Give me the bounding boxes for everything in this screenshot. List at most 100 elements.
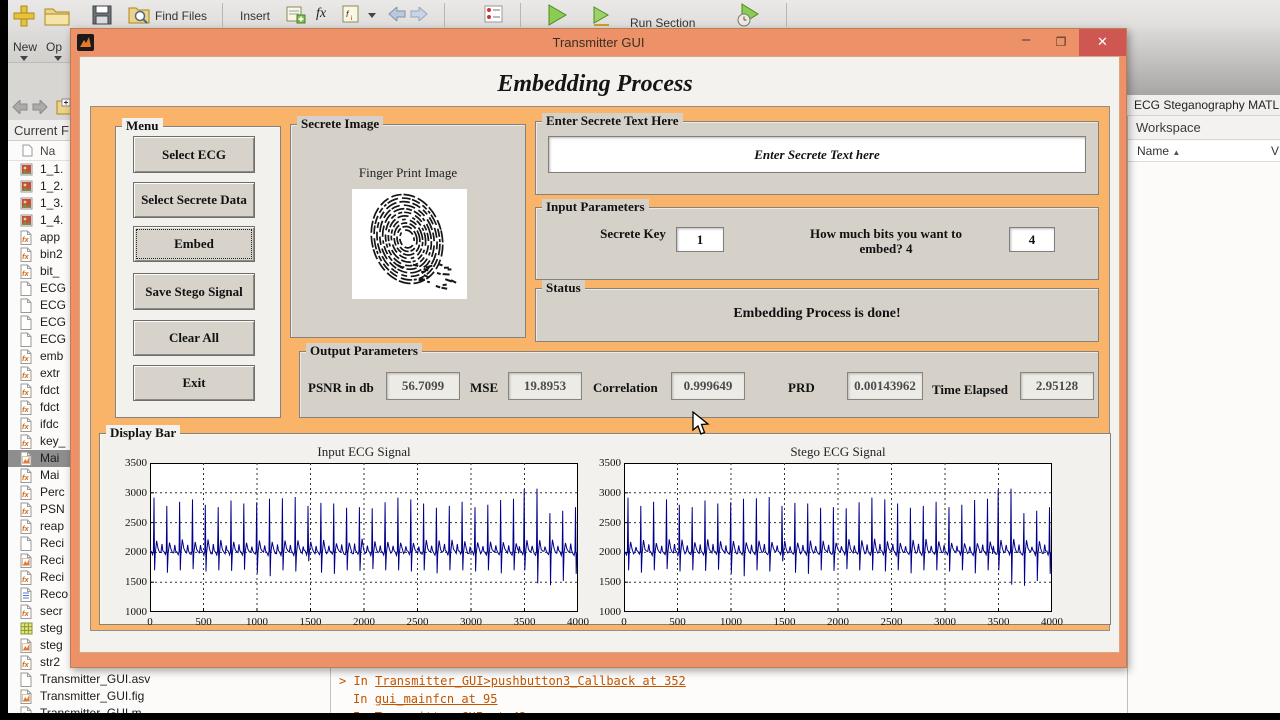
window-titlebar[interactable]: Transmitter GUI – ❐ ✕ [71, 29, 1126, 56]
secret-text-input[interactable]: Enter Secrete Text here [548, 136, 1086, 173]
x-tick-label: 1000 [246, 616, 268, 628]
svg-text:fx: fx [22, 269, 29, 278]
run-icon[interactable] [546, 3, 568, 27]
file-label: Mai [40, 451, 60, 465]
file-label: bit_ [40, 264, 60, 278]
fx-icon[interactable]: fx [316, 6, 326, 22]
window-title: Transmitter GUI [552, 35, 645, 50]
workspace-panel: Workspace Name ▲ V [1127, 116, 1280, 714]
x-tick-label: 3000 [934, 616, 956, 628]
input-parameters-panel: Input Parameters Secrete Key 1 How much … [535, 199, 1099, 280]
secret-text-panel: Enter Secrete Text Here Enter Secrete Te… [535, 113, 1099, 195]
file-label: 1_3. [40, 196, 64, 210]
y-tick-label: 3500 [125, 457, 147, 469]
run-section-icon[interactable] [592, 6, 612, 26]
insert-dropdown-caret[interactable] [368, 13, 376, 18]
file-label: secr [40, 604, 63, 618]
secrete-key-label: Secrete Key [600, 226, 666, 241]
svg-text:fx: fx [22, 524, 29, 533]
input-ecg-plot: Input ECG Signal 1000 1500 2000 2500 3000 3500… [120, 442, 594, 644]
file-label: Transmitter_GUI.asv [40, 672, 151, 686]
svg-text:fx: fx [22, 252, 29, 261]
svg-text:fx: fx [22, 660, 29, 669]
svg-text:fx: fx [22, 235, 29, 244]
maximize-button[interactable]: ❐ [1046, 29, 1076, 56]
menu-panel-label: Menu [122, 118, 163, 134]
file-label: Reco [40, 587, 69, 601]
file-label: 1_1. [40, 162, 64, 176]
file-label: PSN [40, 502, 65, 516]
y-tick-label: 2000 [125, 546, 147, 559]
file-item[interactable]: Transmitter_GUI.asv [8, 671, 330, 688]
mouse-cursor [692, 411, 710, 435]
y-tick-label: 2000 [599, 546, 621, 559]
error-link[interactable]: gui_mainfcn at 95 [375, 692, 498, 706]
file-label: Reci [40, 570, 65, 584]
display-bar-label: Display Bar [106, 425, 181, 441]
minimize-button[interactable]: – [1011, 29, 1041, 56]
x-tick-label: 500 [669, 616, 686, 628]
svg-text:fx: fx [22, 371, 29, 380]
find-files-label[interactable]: Find Files [155, 9, 207, 23]
svg-text:fx: fx [22, 490, 29, 499]
open-folder-icon[interactable] [44, 5, 70, 26]
find-files-icon[interactable] [128, 5, 150, 25]
insert-function-icon[interactable]: fi [342, 5, 360, 24]
correlation-value: 0.999649 [671, 372, 745, 400]
new-script-icon[interactable] [12, 4, 36, 28]
embed-button[interactable]: Embed [133, 226, 255, 262]
bits-label: How much bits you want to embed? 4 [809, 226, 963, 256]
new-dropdown-caret[interactable] [20, 56, 28, 61]
bits-input[interactable]: 4 [1009, 227, 1055, 252]
secrete-key-input[interactable]: 1 [676, 227, 724, 252]
time-elapsed-value: 2.95128 [1020, 372, 1094, 400]
file-item[interactable]: Transmitter_GUI.fig [8, 688, 330, 705]
x-tick-label: 2000 [827, 616, 849, 628]
open-dropdown-caret[interactable] [54, 56, 62, 61]
svg-text:fx: fx [22, 405, 29, 414]
back-arrow-icon[interactable] [388, 7, 406, 21]
page-title: Embedding Process [497, 71, 693, 97]
open-button-label[interactable]: Op [46, 40, 62, 54]
insert-section-icon[interactable] [286, 6, 306, 24]
run-advance-icon[interactable] [736, 2, 762, 28]
svg-text:fx: fx [22, 422, 29, 431]
error-link[interactable]: Transmitter_GUI>pushbutton3_Callback at … [375, 674, 686, 688]
file-label: fdct [40, 400, 60, 414]
svg-text:fx: fx [22, 354, 29, 363]
new-button-label[interactable]: New [13, 40, 37, 54]
exit-button[interactable]: Exit [133, 365, 255, 401]
y-tick-label: 3500 [599, 457, 621, 469]
close-button[interactable]: ✕ [1079, 29, 1126, 56]
save-icon[interactable] [92, 5, 112, 25]
select-secrete-data-button[interactable]: Select Secrete Data [133, 182, 255, 218]
file-label: app [40, 230, 61, 244]
x-tick-label: 2500 [406, 616, 429, 628]
x-tick-label: 1000 [720, 616, 742, 628]
svg-text:fx: fx [22, 575, 29, 584]
x-tick-label: 0 [621, 616, 627, 628]
file-label: 1_2. [40, 179, 64, 193]
x-tick-label: 2000 [353, 616, 375, 628]
x-tick-label: 3000 [460, 616, 482, 628]
breakpoints-icon[interactable] [484, 5, 504, 24]
x-tick-label: 3500 [513, 616, 536, 628]
save-stego-signal-button[interactable]: Save Stego Signal [133, 273, 255, 310]
select-ecg-button[interactable]: Select ECG [133, 136, 255, 173]
main-panel: Menu Select ECG Select Secrete Data Embe… [90, 106, 1111, 631]
x-tick-label: 3500 [987, 616, 1010, 628]
forward-arrow-icon[interactable] [410, 7, 428, 21]
toolbar-separator2 [444, 3, 445, 27]
nav-forward-icon[interactable] [32, 100, 48, 114]
svg-text:fx: fx [22, 609, 29, 618]
x-tick-label: 4000 [1041, 616, 1063, 628]
x-tick-label: 500 [195, 616, 212, 628]
name-column-icon [22, 144, 33, 157]
workspace-column-header[interactable]: Name ▲ V [1128, 141, 1280, 162]
nav-back-icon[interactable] [12, 100, 28, 114]
workspace-header[interactable]: Workspace [1128, 116, 1280, 140]
matlab-app-icon [77, 34, 94, 51]
document-bar[interactable]: ECG Steganography MATL [1127, 95, 1280, 116]
clear-all-button[interactable]: Clear All [133, 320, 255, 356]
workspace-name-column[interactable]: Name [1128, 144, 1169, 158]
